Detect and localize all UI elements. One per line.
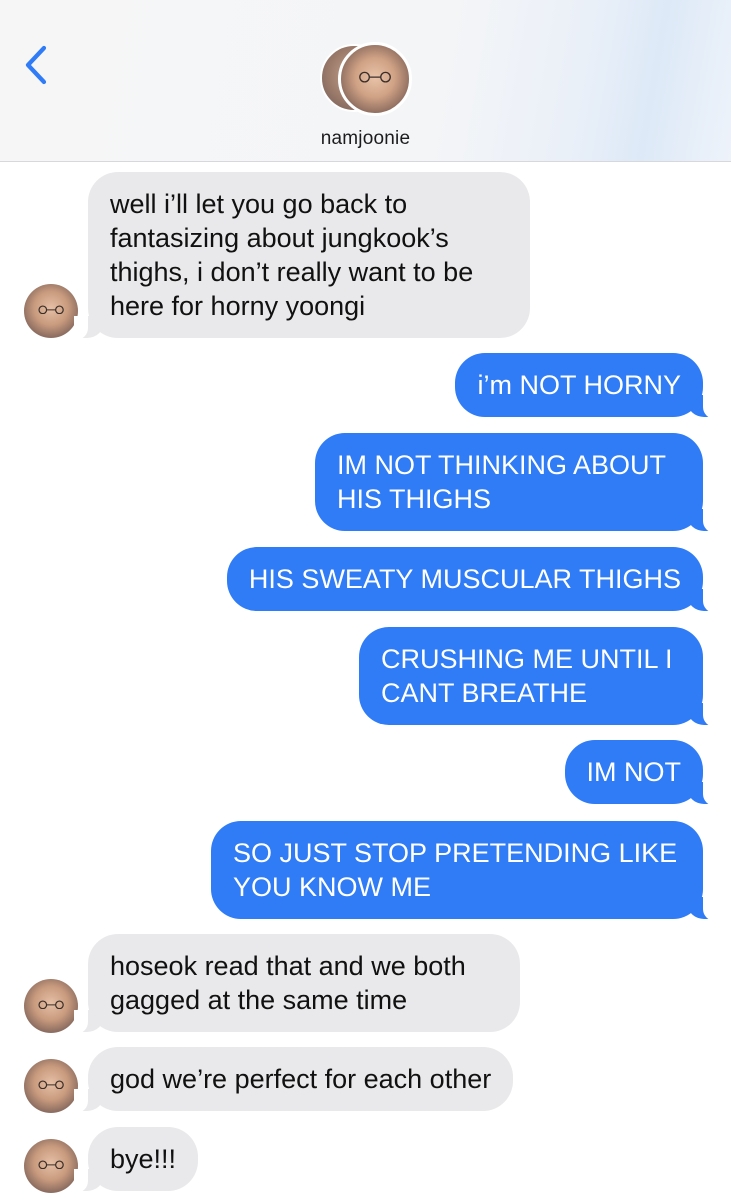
message-text: bye!!!: [110, 1144, 177, 1174]
message-bubble-outgoing[interactable]: IM NOT THINKING ABOUT HIS THIGHS: [315, 433, 717, 533]
message-bubble-outgoing[interactable]: IM NOT: [564, 740, 717, 806]
message-text: i’m NOT HORNY: [477, 370, 681, 400]
message-bubble-outgoing[interactable]: i’m NOT HORNY: [455, 353, 717, 419]
sender-avatar[interactable]: [24, 979, 78, 1033]
glasses-icon: [38, 304, 64, 314]
message-text: IM NOT THINKING ABOUT HIS THIGHS: [337, 450, 666, 514]
message-bubble-incoming[interactable]: god we’re perfect for each other: [73, 1047, 514, 1113]
avatar-primary: [338, 42, 412, 116]
message-bubble-outgoing[interactable]: SO JUST STOP PRETENDING LIKE YOU KNOW ME: [211, 821, 717, 921]
sender-avatar[interactable]: [24, 1139, 78, 1193]
conversation-header: namjoonie: [0, 0, 731, 162]
message-bubble-outgoing[interactable]: CRUSHING ME UNTIL I CANT BREATHE: [359, 627, 717, 727]
message-bubble-incoming[interactable]: well i’ll let you go back to fantasizing…: [74, 172, 530, 340]
glasses-icon: [359, 71, 391, 83]
message-text: HIS SWEATY MUSCULAR THIGHS: [248, 564, 681, 594]
sender-avatar[interactable]: [24, 1059, 78, 1113]
back-button[interactable]: [22, 44, 52, 86]
message-text: hoseok read that and we both gagged at t…: [110, 951, 466, 1015]
message-text: god we’re perfect for each other: [110, 1064, 492, 1094]
message-bubble-outgoing[interactable]: HIS SWEATY MUSCULAR THIGHS: [226, 547, 718, 613]
glasses-icon: [38, 999, 64, 1009]
message-text: SO JUST STOP PRETENDING LIKE YOU KNOW ME: [233, 838, 678, 902]
contact-name[interactable]: namjoonie: [0, 128, 731, 150]
message-text: CRUSHING ME UNTIL I CANT BREATHE: [381, 644, 673, 708]
message-bubble-incoming[interactable]: bye!!!: [73, 1127, 199, 1193]
glasses-icon: [38, 1159, 64, 1169]
message-text: IM NOT: [586, 757, 682, 787]
message-bubble-incoming[interactable]: hoseok read that and we both gagged at t…: [74, 934, 520, 1034]
contact-avatar[interactable]: [318, 42, 414, 118]
chevron-left-icon: [25, 45, 47, 85]
glasses-icon: [38, 1079, 64, 1089]
message-text: well i’ll let you go back to fantasizing…: [110, 189, 474, 321]
sender-avatar[interactable]: [24, 284, 78, 338]
